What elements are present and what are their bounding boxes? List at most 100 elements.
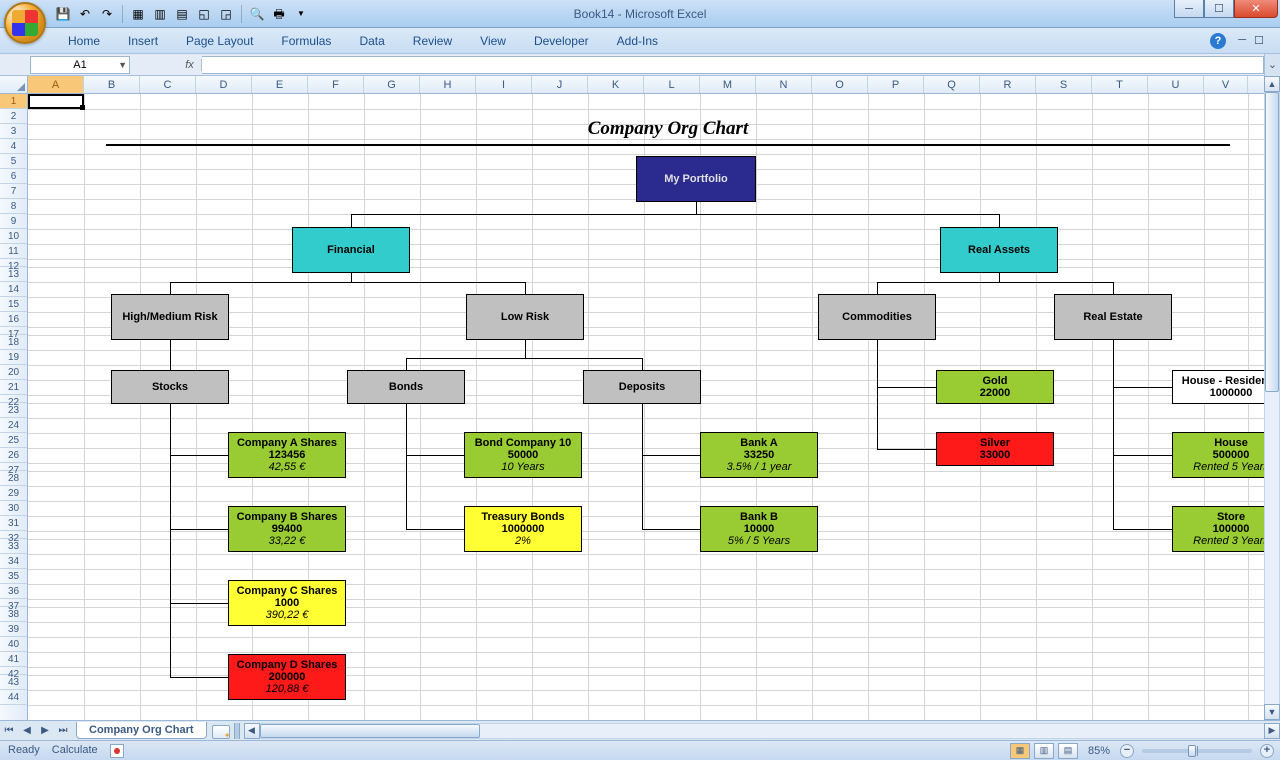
row-header-6[interactable]: 6	[0, 169, 27, 184]
col-header-M[interactable]: M	[700, 76, 756, 93]
row-header-10[interactable]: 10	[0, 229, 27, 244]
row-header-22[interactable]: 22	[0, 395, 27, 403]
horizontal-scrollbar[interactable]: ◀ ▶	[244, 723, 1280, 739]
qat-customize-icon[interactable]: ▼	[292, 5, 310, 23]
tab-page-layout[interactable]: Page Layout	[172, 30, 267, 53]
row-header-37[interactable]: 37	[0, 599, 27, 607]
node-bankA[interactable]: Bank A332503.5% / 1 year	[700, 432, 818, 478]
hscroll-thumb[interactable]	[260, 724, 480, 738]
row-header-35[interactable]: 35	[0, 569, 27, 584]
zoom-in-icon[interactable]: +	[1260, 744, 1274, 758]
col-header-K[interactable]: K	[588, 76, 644, 93]
row-header-17[interactable]: 17	[0, 327, 27, 335]
row-header-31[interactable]: 31	[0, 516, 27, 531]
node-compB[interactable]: Company B Shares9940033,22 €	[228, 506, 346, 552]
row-header-20[interactable]: 20	[0, 365, 27, 380]
minimize-button[interactable]: ─	[1174, 0, 1204, 18]
col-header-H[interactable]: H	[420, 76, 476, 93]
row-header-5[interactable]: 5	[0, 154, 27, 169]
print-icon[interactable]: 🖶	[270, 5, 288, 23]
zoom-icon[interactable]: 🔍	[248, 5, 266, 23]
col-header-D[interactable]: D	[196, 76, 252, 93]
row-header-4[interactable]: 4	[0, 139, 27, 154]
node-silver[interactable]: Silver33000	[936, 432, 1054, 466]
normal-view-icon[interactable]: ▦	[1010, 743, 1030, 759]
vertical-scrollbar[interactable]: ▲ ▼	[1264, 76, 1280, 720]
row-header-8[interactable]: 8	[0, 199, 27, 214]
row-header-33[interactable]: 33	[0, 539, 27, 554]
col-header-F[interactable]: F	[308, 76, 364, 93]
node-hmr[interactable]: High/Medium Risk	[111, 294, 229, 340]
new-sheet-icon[interactable]	[212, 725, 230, 739]
zoom-thumb[interactable]	[1188, 745, 1196, 757]
row-header-2[interactable]: 2	[0, 109, 27, 124]
col-header-Q[interactable]: Q	[924, 76, 980, 93]
col-header-V[interactable]: V	[1204, 76, 1248, 93]
node-compC[interactable]: Company C Shares1000390,22 €	[228, 580, 346, 626]
tab-formulas[interactable]: Formulas	[267, 30, 345, 53]
namebox-dropdown-icon[interactable]: ▼	[118, 60, 127, 70]
tab-insert[interactable]: Insert	[114, 30, 172, 53]
scroll-down-icon[interactable]: ▼	[1264, 704, 1280, 720]
tab-view[interactable]: View	[466, 30, 520, 53]
cell-grid[interactable]: Company Org Chart My PortfolioFinancialR…	[28, 94, 1280, 720]
row-header-38[interactable]: 38	[0, 607, 27, 622]
col-header-O[interactable]: O	[812, 76, 868, 93]
formula-bar[interactable]	[202, 56, 1264, 74]
table-icon[interactable]: ▤	[173, 5, 191, 23]
node-comm[interactable]: Commodities	[818, 294, 936, 340]
row-header-12[interactable]: 12	[0, 259, 27, 267]
tab-add-ins[interactable]: Add-Ins	[603, 30, 672, 53]
open-icon[interactable]: ▥	[151, 5, 169, 23]
tab-data[interactable]: Data	[345, 30, 398, 53]
pagelayout-view-icon[interactable]: ▥	[1034, 743, 1054, 759]
row-header-26[interactable]: 26	[0, 448, 27, 463]
row-header-11[interactable]: 11	[0, 244, 27, 259]
tab-review[interactable]: Review	[399, 30, 466, 53]
scroll-left-icon[interactable]: ◀	[244, 723, 260, 739]
col-header-I[interactable]: I	[476, 76, 532, 93]
node-bond10[interactable]: Bond Company 105000010 Years	[464, 432, 582, 478]
office-button[interactable]	[4, 2, 46, 44]
macro-record-icon[interactable]	[110, 744, 124, 758]
col-header-C[interactable]: C	[140, 76, 196, 93]
row-header-18[interactable]: 18	[0, 335, 27, 350]
tab-developer[interactable]: Developer	[520, 30, 603, 53]
new-icon[interactable]: ▦	[129, 5, 147, 23]
node-compD[interactable]: Company D Shares200000120,88 €	[228, 654, 346, 700]
row-header-13[interactable]: 13	[0, 267, 27, 282]
undo-icon[interactable]: ↶	[76, 5, 94, 23]
save-icon[interactable]: 💾	[54, 5, 72, 23]
node-low[interactable]: Low Risk	[466, 294, 584, 340]
row-header-28[interactable]: 28	[0, 471, 27, 486]
col-header-R[interactable]: R	[980, 76, 1036, 93]
row-header-39[interactable]: 39	[0, 622, 27, 637]
scroll-up-icon[interactable]: ▲	[1264, 76, 1280, 92]
row-header-14[interactable]: 14	[0, 282, 27, 297]
row-header-30[interactable]: 30	[0, 501, 27, 516]
col-header-B[interactable]: B	[84, 76, 140, 93]
col-header-L[interactable]: L	[644, 76, 700, 93]
row-header-24[interactable]: 24	[0, 418, 27, 433]
export-icon[interactable]: ◲	[217, 5, 235, 23]
maximize-button[interactable]: ☐	[1204, 0, 1234, 18]
row-header-25[interactable]: 25	[0, 433, 27, 448]
row-header-19[interactable]: 19	[0, 350, 27, 365]
scroll-right-icon[interactable]: ▶	[1264, 723, 1280, 739]
col-header-A[interactable]: A	[28, 76, 84, 93]
row-header-3[interactable]: 3	[0, 124, 27, 139]
node-bankB[interactable]: Bank B100005% / 5 Years	[700, 506, 818, 552]
col-header-N[interactable]: N	[756, 76, 812, 93]
expand-formula-bar-icon[interactable]: ⌄	[1264, 54, 1280, 76]
last-sheet-icon[interactable]: ⏭	[54, 723, 72, 739]
col-header-E[interactable]: E	[252, 76, 308, 93]
redo-icon[interactable]: ↷	[98, 5, 116, 23]
node-fin[interactable]: Financial	[292, 227, 410, 273]
node-compA[interactable]: Company A Shares12345642,55 €	[228, 432, 346, 478]
prev-sheet-icon[interactable]: ◀	[18, 723, 36, 739]
row-header-9[interactable]: 9	[0, 214, 27, 229]
preview-icon[interactable]: ◱	[195, 5, 213, 23]
tab-home[interactable]: Home	[54, 30, 114, 53]
row-header-41[interactable]: 41	[0, 652, 27, 667]
restore-workbook-icon[interactable]: ☐	[1254, 34, 1264, 47]
